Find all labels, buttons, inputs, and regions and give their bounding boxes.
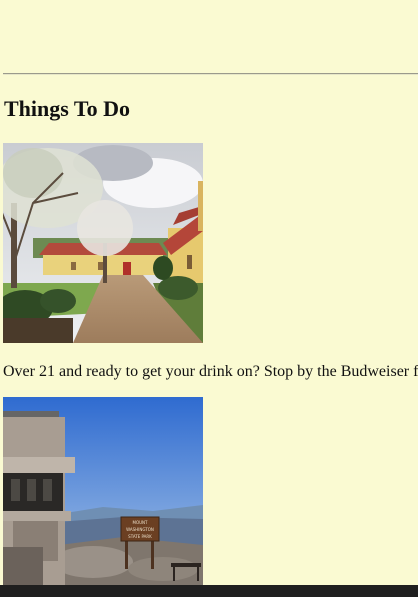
attraction-caption: Over 21 and ready to get your drink on? … xyxy=(3,363,418,380)
bottom-bar xyxy=(0,585,418,597)
sign-text-line-1: MOUNT xyxy=(133,520,149,525)
horizontal-divider xyxy=(3,73,418,75)
courtyard-photo[interactable] xyxy=(3,143,203,343)
sign-text-line-3: STATE PARK xyxy=(128,534,152,539)
section-heading: Things To Do xyxy=(4,96,130,121)
sign-text-line-2: WASHINGTON xyxy=(126,527,154,532)
mountain-summit-photo[interactable]: MOUNT WASHINGTON STATE PARK xyxy=(3,397,203,587)
